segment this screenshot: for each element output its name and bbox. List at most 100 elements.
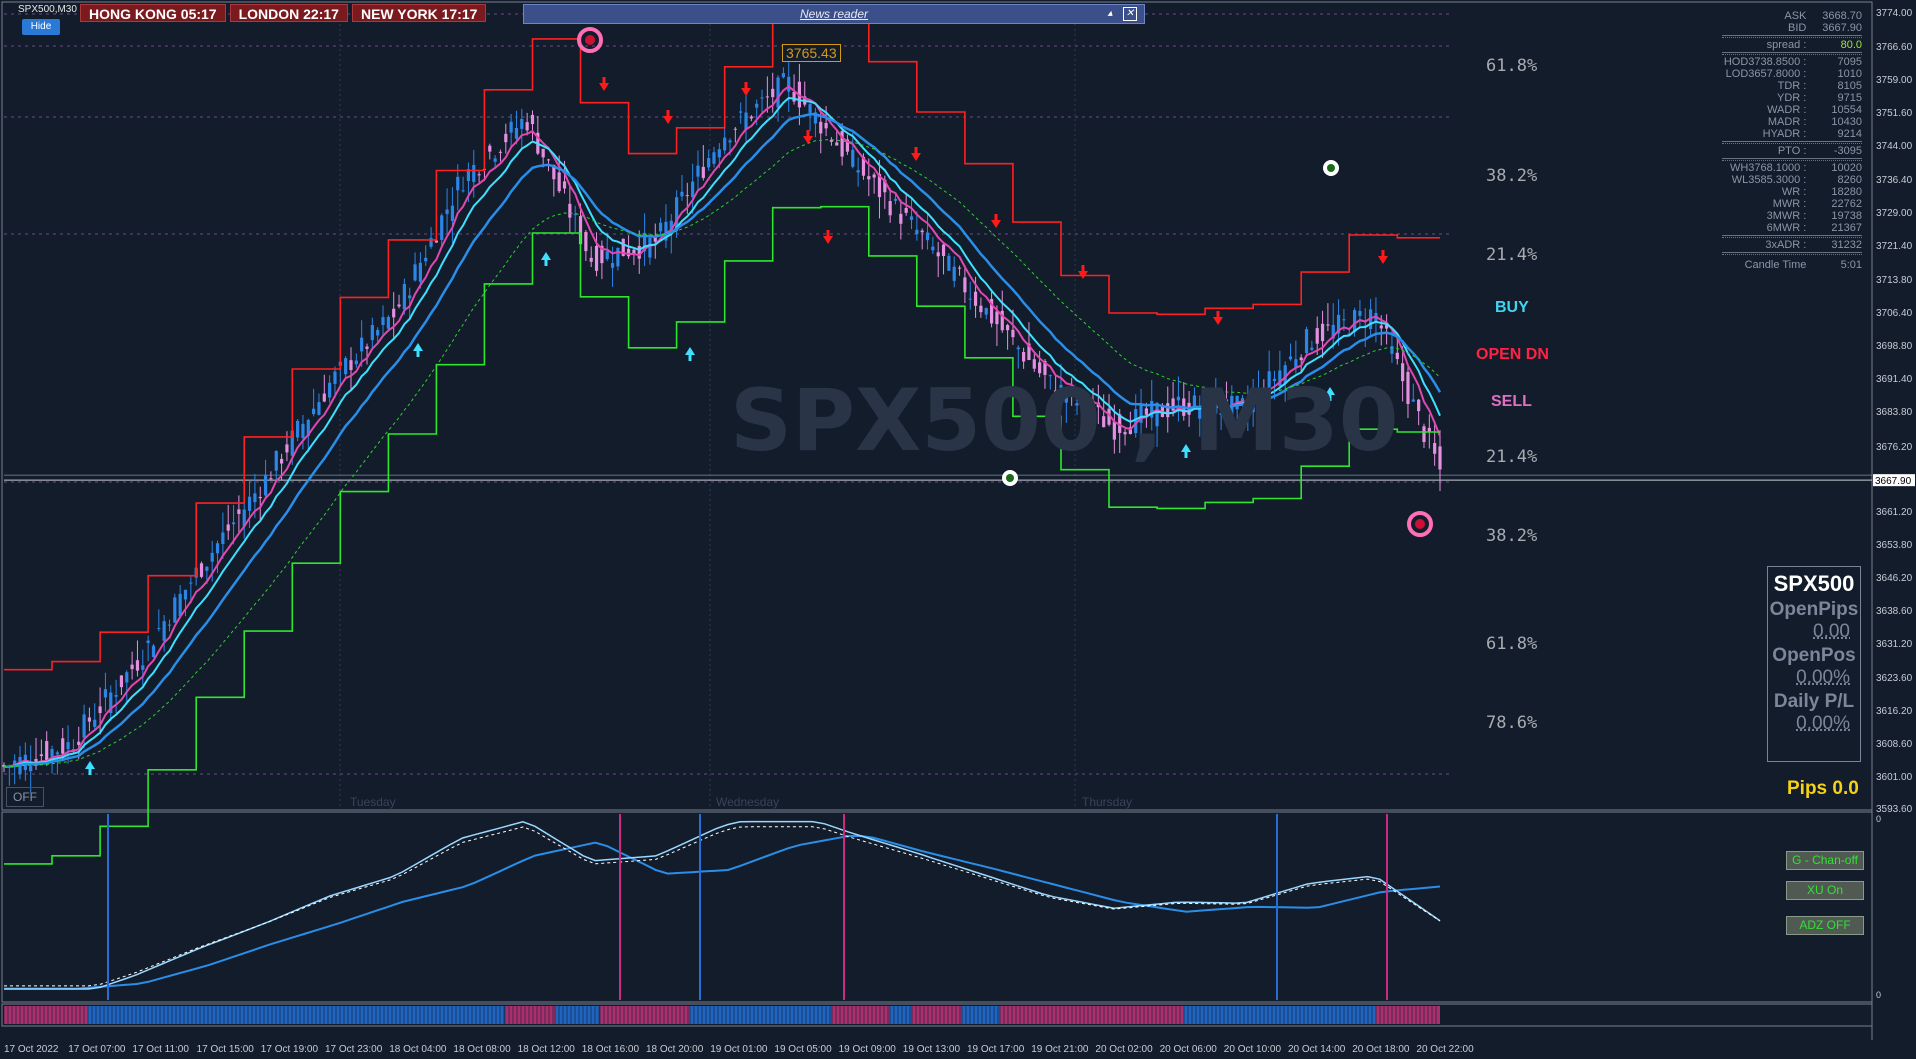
candle-body	[1390, 346, 1394, 354]
hide-button[interactable]: Hide	[22, 19, 60, 35]
level-lines	[4, 474, 1872, 481]
candle-body	[562, 181, 567, 189]
candle-body	[472, 164, 476, 182]
minimize-icon[interactable]: ▴	[1103, 7, 1117, 21]
candle-body	[541, 148, 545, 158]
candle-body	[1326, 324, 1330, 326]
day-label: Wednesday	[716, 795, 779, 809]
open-pos-label: OpenPos	[1772, 645, 1856, 666]
candle-body	[424, 257, 428, 262]
candle-body	[1294, 359, 1298, 368]
candle-body	[1299, 357, 1303, 361]
candle-body	[456, 176, 460, 191]
candle-body	[589, 257, 593, 262]
weekly-stat-value: 18280	[1831, 186, 1862, 198]
candle-body	[119, 675, 124, 688]
swing-point-core	[1327, 164, 1335, 172]
range-stat-row: MADR : 10430	[1722, 116, 1862, 128]
sub-axis-bottom: 0	[1876, 990, 1881, 1000]
fib-level-3: 21.4%	[1486, 245, 1538, 265]
close-icon[interactable]: ✕	[1123, 7, 1137, 21]
fib-level-6: 61.8%	[1486, 634, 1538, 654]
candle-body	[594, 245, 599, 271]
price-tick: 3698.80	[1876, 341, 1913, 352]
candle-body	[365, 346, 369, 349]
daily-pl-value: 0.00%	[1796, 713, 1850, 734]
open-pips-label: OpenPips	[1769, 599, 1859, 620]
candle-body	[648, 237, 652, 258]
candle-body	[712, 152, 716, 164]
up-arrow-icon	[413, 343, 423, 357]
price-tick: 3616.20	[1876, 706, 1913, 717]
candle-body	[381, 317, 385, 326]
candle-body	[1016, 347, 1020, 350]
oscillator-lines	[4, 814, 1441, 1000]
weekly-stat-label: 3MWR :	[1766, 210, 1807, 222]
candle-body	[210, 552, 214, 562]
open-pos-value: 0.00%	[1796, 667, 1850, 688]
open-dn-signal: OPEN DN	[1476, 346, 1549, 363]
down-arrow-icon	[663, 110, 673, 124]
candle-body	[461, 190, 465, 192]
time-tick: 20 Oct 22:00	[1416, 1044, 1474, 1055]
candle-body	[936, 252, 940, 257]
down-arrow-icon	[911, 147, 921, 161]
time-tick: 20 Oct 14:00	[1288, 1044, 1346, 1055]
candle-body	[205, 566, 209, 571]
candle-body	[920, 230, 924, 233]
candle-body	[915, 229, 919, 235]
up-arrow-icon	[85, 761, 95, 775]
position-symbol: SPX500	[1773, 571, 1855, 596]
candle-body	[520, 118, 524, 129]
weekly-stat-row: WR : 18280	[1722, 186, 1862, 198]
candle-body	[376, 329, 380, 336]
candle-body	[151, 645, 156, 658]
candle-body	[189, 582, 193, 584]
bar-segment	[88, 1006, 505, 1024]
candle-body	[247, 496, 252, 511]
weekly-stat-row: MWR : 22762	[1722, 198, 1862, 210]
buy-signal: BUY	[1495, 299, 1529, 316]
candle-body	[237, 509, 241, 514]
candle-body	[488, 145, 492, 152]
candle-body	[1417, 399, 1421, 412]
bar-segment	[890, 1006, 912, 1024]
weekly-stat-value: 21367	[1831, 222, 1862, 234]
off-button[interactable]: OFF	[6, 787, 44, 807]
fib-level-4: 21.4%	[1486, 447, 1538, 467]
candle-body	[573, 214, 577, 216]
news-reader-bar[interactable]: News reader ▴ ✕	[523, 4, 1145, 24]
adz-off-button[interactable]: ADZ OFF	[1786, 916, 1864, 935]
bar-segment	[555, 1006, 600, 1024]
candle-body	[226, 524, 230, 531]
g-chan-button[interactable]: G - Chan-off	[1786, 851, 1864, 870]
candle-body	[717, 149, 721, 158]
candle-body	[504, 133, 508, 143]
candle-body	[546, 159, 551, 161]
candle-body	[450, 205, 455, 221]
range-stat-value: 7095	[1837, 56, 1862, 68]
weekly-stat-value: 22762	[1831, 198, 1862, 210]
candle-body	[525, 122, 529, 131]
candle-body	[45, 741, 49, 761]
candle-body	[445, 209, 449, 215]
down-arrow-icon	[1213, 311, 1223, 325]
weekly-stat-row: 6MWR : 21367	[1722, 222, 1862, 234]
xu-on-button[interactable]: XU On	[1786, 881, 1864, 900]
range-stat-row: YDR : 9715	[1722, 92, 1862, 104]
candle-body	[77, 741, 81, 745]
candle-body	[744, 112, 748, 130]
news-reader-title[interactable]: News reader	[800, 7, 868, 21]
time-tick: 18 Oct 08:00	[453, 1044, 511, 1055]
time-tick: 18 Oct 12:00	[518, 1044, 576, 1055]
candle-body	[931, 246, 935, 251]
candle-body	[1310, 347, 1314, 350]
range-stat-row: LOD3657.8000 : 1010	[1722, 68, 1862, 80]
price-tick: 3713.80	[1876, 275, 1913, 286]
price-chart[interactable]: Tuesday Wednesday Thursday 3774.00 3766.60 37…	[0, 0, 1916, 1059]
candle-body	[856, 170, 860, 173]
symbol-title: SPX500,M30	[18, 4, 77, 15]
candle-body	[1304, 329, 1309, 354]
ask-label: ASK	[1784, 10, 1807, 22]
candle-body	[354, 360, 358, 365]
